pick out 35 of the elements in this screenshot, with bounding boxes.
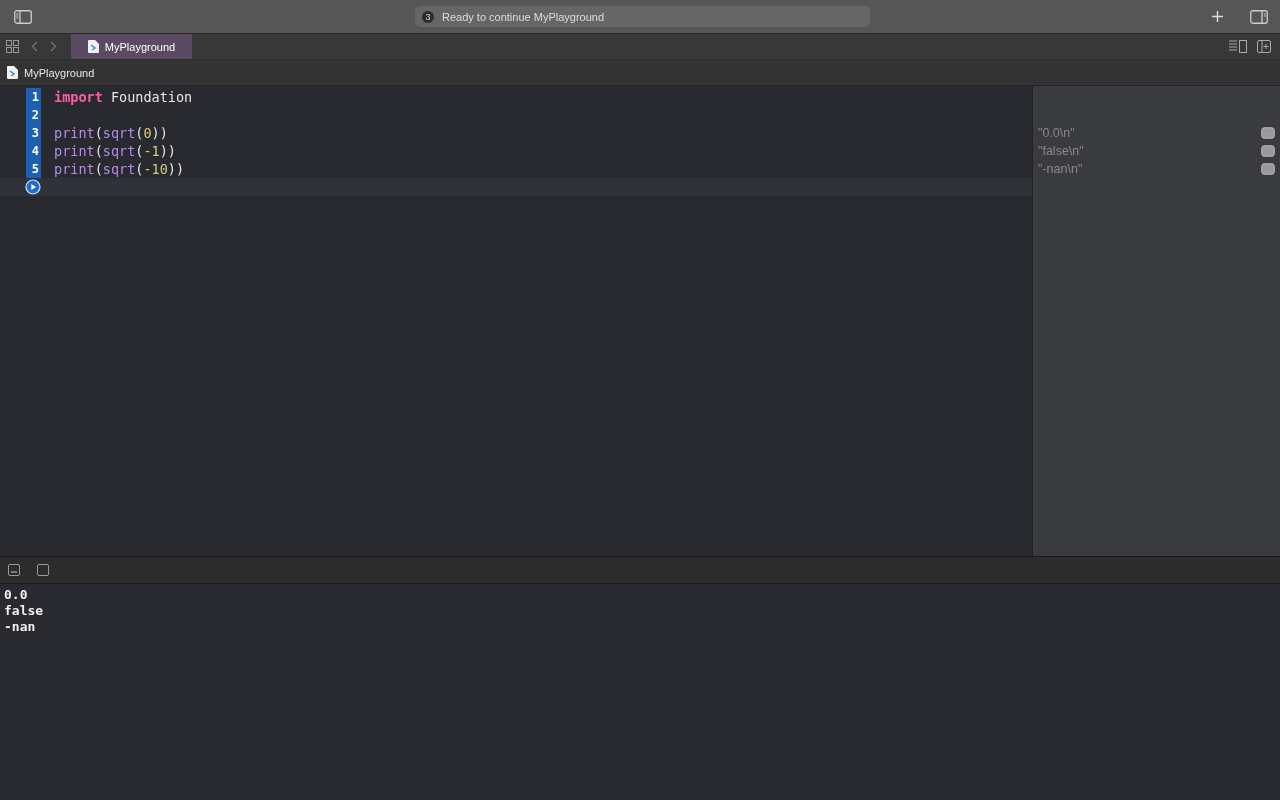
result-value: "false\n" xyxy=(1038,144,1084,158)
run-icon[interactable] xyxy=(25,179,41,195)
forward-icon[interactable] xyxy=(50,41,57,52)
inspector-toggle-icon[interactable] xyxy=(1250,9,1268,24)
console-line: false xyxy=(4,603,45,619)
sidebar-toggle-icon[interactable] xyxy=(14,9,32,24)
console-line: 0.0 xyxy=(4,587,29,603)
add-icon[interactable] xyxy=(1211,10,1224,23)
line-number: 2 xyxy=(26,106,41,124)
hide-console-icon[interactable] xyxy=(8,564,20,576)
quick-look-icon[interactable] xyxy=(1261,163,1275,175)
console-line: -nan xyxy=(4,619,37,635)
back-icon[interactable] xyxy=(31,41,38,52)
line-number: 5 xyxy=(26,160,41,178)
code-line: print(sqrt(0)) xyxy=(54,125,168,141)
quick-look-icon[interactable] xyxy=(1261,127,1275,139)
add-editor-icon[interactable] xyxy=(1257,40,1271,53)
result-value: "-nan\n" xyxy=(1038,162,1083,176)
line-number: 1 xyxy=(26,88,41,106)
code-line: import Foundation xyxy=(54,89,193,105)
breadcrumb-item[interactable]: MyPlayground xyxy=(7,66,95,79)
square-icon[interactable] xyxy=(37,564,49,576)
result-value: "0.0\n" xyxy=(1038,126,1075,140)
file-icon xyxy=(7,66,18,79)
file-icon xyxy=(87,40,99,53)
status-count: 3 xyxy=(422,10,434,23)
grid-icon[interactable] xyxy=(6,40,19,53)
code-line: print(sqrt(-10)) xyxy=(54,161,185,177)
quick-look-icon[interactable] xyxy=(1261,145,1275,157)
code-line: print(sqrt(-1)) xyxy=(54,143,176,159)
editor-options-icon[interactable] xyxy=(1229,40,1247,53)
status-text: Ready to continue MyPlayground xyxy=(442,10,605,23)
line-number: 3 xyxy=(26,124,41,142)
editor-tab[interactable]: MyPlayground xyxy=(71,34,192,59)
line-number: 4 xyxy=(26,142,41,160)
